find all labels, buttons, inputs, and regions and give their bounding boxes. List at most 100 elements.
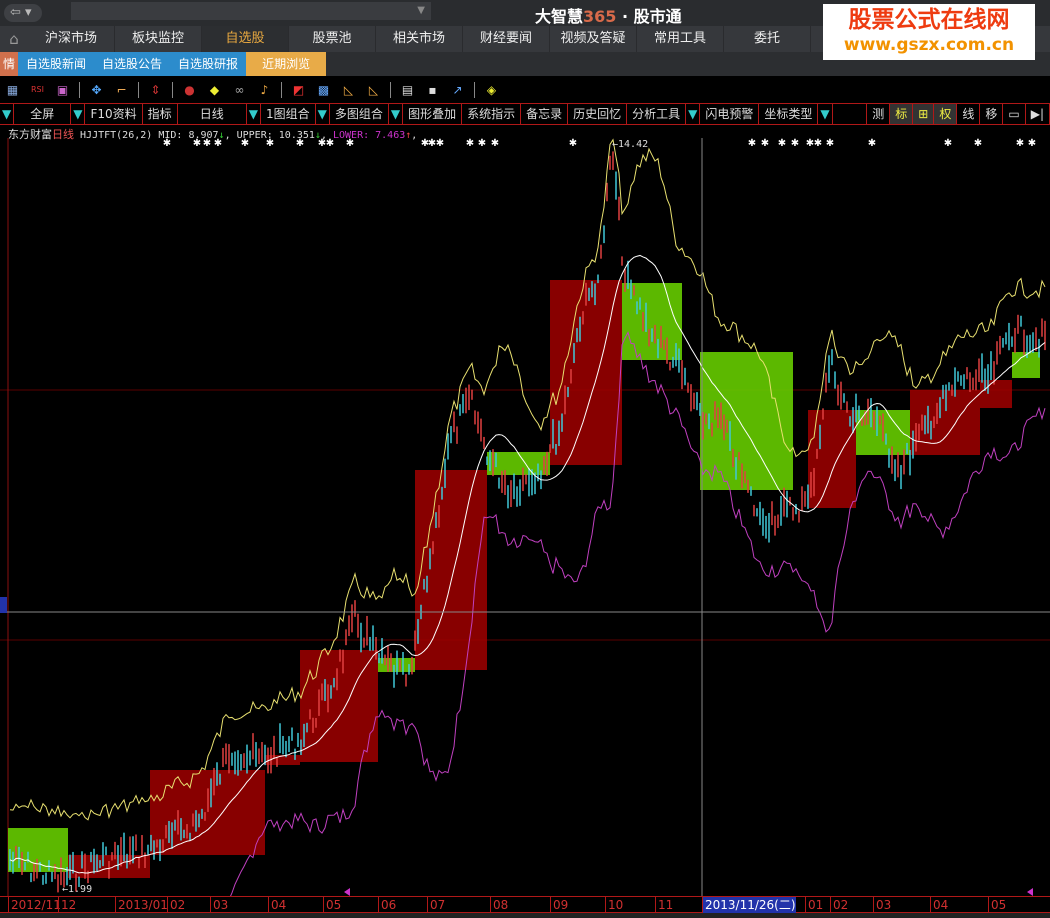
divider [281,81,282,98]
binoculars-icon[interactable]: ∞ [231,82,248,98]
x-tick-label: 06 [378,897,396,913]
menu-item[interactable]: 图形叠加 [403,104,463,124]
x-tick-label: 08 [490,897,508,913]
nav-tab[interactable]: 沪深市场 [28,26,115,52]
menu-toggle[interactable]: 标 [890,104,914,124]
chart-window-icon[interactable]: ▣ [54,82,71,98]
triangle-arrow-icon[interactable]: ◺ [365,82,382,98]
red-block [415,470,487,670]
dropdown-icon[interactable]: ▼ [316,104,330,124]
dropdown-icon[interactable]: ▼ [818,104,833,124]
x-tick-label: 11 [655,897,673,913]
app-brand: 大智慧365 · 股市通 [535,3,682,27]
signal-star: ✱ [241,138,249,149]
message-icon[interactable]: ▪ [424,82,441,98]
price-marker [0,597,7,613]
nav-tab[interactable]: 视频及答疑 [550,26,637,52]
menu-item[interactable]: 备忘录 [521,104,569,124]
trend-icon[interactable]: ↗ [449,82,466,98]
signal-star: ✱ [478,138,486,149]
dropdown-icon[interactable]: ▼ [71,104,86,124]
low-price-label: ←1.99 [62,884,92,895]
menu-item[interactable]: 多图组合 [330,104,389,124]
spacer [833,104,868,124]
menu-toggle[interactable]: ▭ [1003,104,1026,124]
nav-tab[interactable]: 自选股 [202,26,289,52]
home-icon[interactable]: ⌂ [0,26,28,52]
nav-tab[interactable]: 板块监控 [115,26,202,52]
menu-item[interactable]: 分析工具 [627,104,687,124]
high-price-label: ←14.42 [612,139,648,150]
nav-tab[interactable]: 相关市场 [376,26,463,52]
menu-toggle[interactable]: 移 [980,104,1004,124]
nav-tab[interactable]: 委托 [724,26,811,52]
grid-icon[interactable]: ▦ [4,82,21,98]
signal-star: ✱ [203,138,211,149]
signal-star: ✱ [491,138,499,149]
subnav-tab-recent[interactable]: 近期浏览 [246,52,327,76]
warning-icon[interactable]: ◆ [206,82,223,98]
subnav-tab[interactable]: 情 [0,52,19,76]
signal-star: ✱ [193,138,201,149]
menu-toggle[interactable]: ⊞ [913,104,935,124]
image-icon[interactable]: ▩ [315,82,332,98]
dropdown-arrow-icon[interactable]: ▼ [417,5,425,16]
watermark-url: www.gszx.com.cn [843,35,1015,55]
menu-item[interactable]: 历史回忆 [568,104,628,124]
menu-item[interactable]: 全屏 [14,104,72,124]
dropdown-icon[interactable]: ▼ [0,104,15,124]
watermark-logo: 股票公式在线网 www.gszx.com.cn [823,4,1035,60]
subnav-tab[interactable]: 自选股新闻 [18,52,95,76]
rsi-icon[interactable]: RSI [29,82,46,98]
candle-icon[interactable]: ⇕ [147,82,164,98]
subnav-tab[interactable]: 自选股研报 [170,52,247,76]
menu-item[interactable]: 坐标类型 [759,104,819,124]
green-block [8,828,68,872]
address-bar[interactable]: ▼ [71,2,431,20]
brand-sub: · 股市通 [622,7,682,26]
x-tick-label: 04 [268,897,286,913]
price-chart[interactable]: ✱ ✱ ✱ ✱ ✱ ✱ ✱ ✱ ✱ ✱ ✱✱ ✱ ✱ ✱ ✱ ✱ ✱ ✱ ✱ ✱ ✱ ✱ ✱ ✱ ✱ ✱ ✱ ✱←14.42←1.99 [0,138,1050,896]
signal-star: ✱ [868,138,876,149]
draw-line-icon[interactable]: ◩ [290,82,307,98]
signal-star: ✱ [761,138,769,149]
signal-star: ✱ [974,138,982,149]
triangle-ruler-icon[interactable]: ◺ [340,82,357,98]
menu-toggle[interactable]: 权 [934,104,958,124]
dropdown-icon[interactable]: ▼ [247,104,261,124]
help-icon[interactable]: ◈ [483,82,500,98]
x-tick-label: 02 [167,897,185,913]
brand-text: 大智慧 [535,7,584,26]
signal-star: ✱ [814,138,822,149]
nav-tab[interactable]: 财经要闻 [463,26,550,52]
menu-toggle[interactable]: ▶| [1026,104,1050,124]
x-tick-label: 09 [550,897,568,913]
x-tick-label: 03 [873,897,891,913]
subnav-tab[interactable]: 自选股公告 [94,52,171,76]
move-icon[interactable]: ✥ [88,82,105,98]
x-tick-label: 2013/01 [115,897,168,913]
menu-item[interactable]: 指标 [143,104,178,124]
menu-item[interactable]: 1图组合 [261,104,316,124]
back-button[interactable]: ⇦ ▾ [4,4,42,22]
dropdown-icon[interactable]: ▼ [686,104,701,124]
traffic-light-icon[interactable]: ● [181,82,198,98]
x-tick-label: 05 [988,897,1006,913]
nav-tab[interactable]: 股票池 [289,26,376,52]
ruler-icon[interactable]: ⌐ [113,82,130,98]
nav-tab[interactable]: 常用工具 [637,26,724,52]
menu-toggle[interactable]: 测 [867,104,891,124]
menu-item[interactable]: 系统指示 [462,104,522,124]
menu-toggle[interactable]: 线 [957,104,981,124]
status-strip [0,913,1050,918]
x-tick-label: 01 [805,897,823,913]
menu-item[interactable]: F10资料 [85,104,143,124]
menu-item[interactable]: 日线 [178,104,247,124]
menu-item[interactable]: 闪电预警 [700,104,760,124]
news-icon[interactable]: ▤ [399,82,416,98]
dropdown-icon[interactable]: ▼ [389,104,404,124]
bell-icon[interactable]: ♪ [256,82,273,98]
signal-star: ✱ [1016,138,1024,149]
signal-star: ✱ [748,138,756,149]
red-block [910,390,980,455]
